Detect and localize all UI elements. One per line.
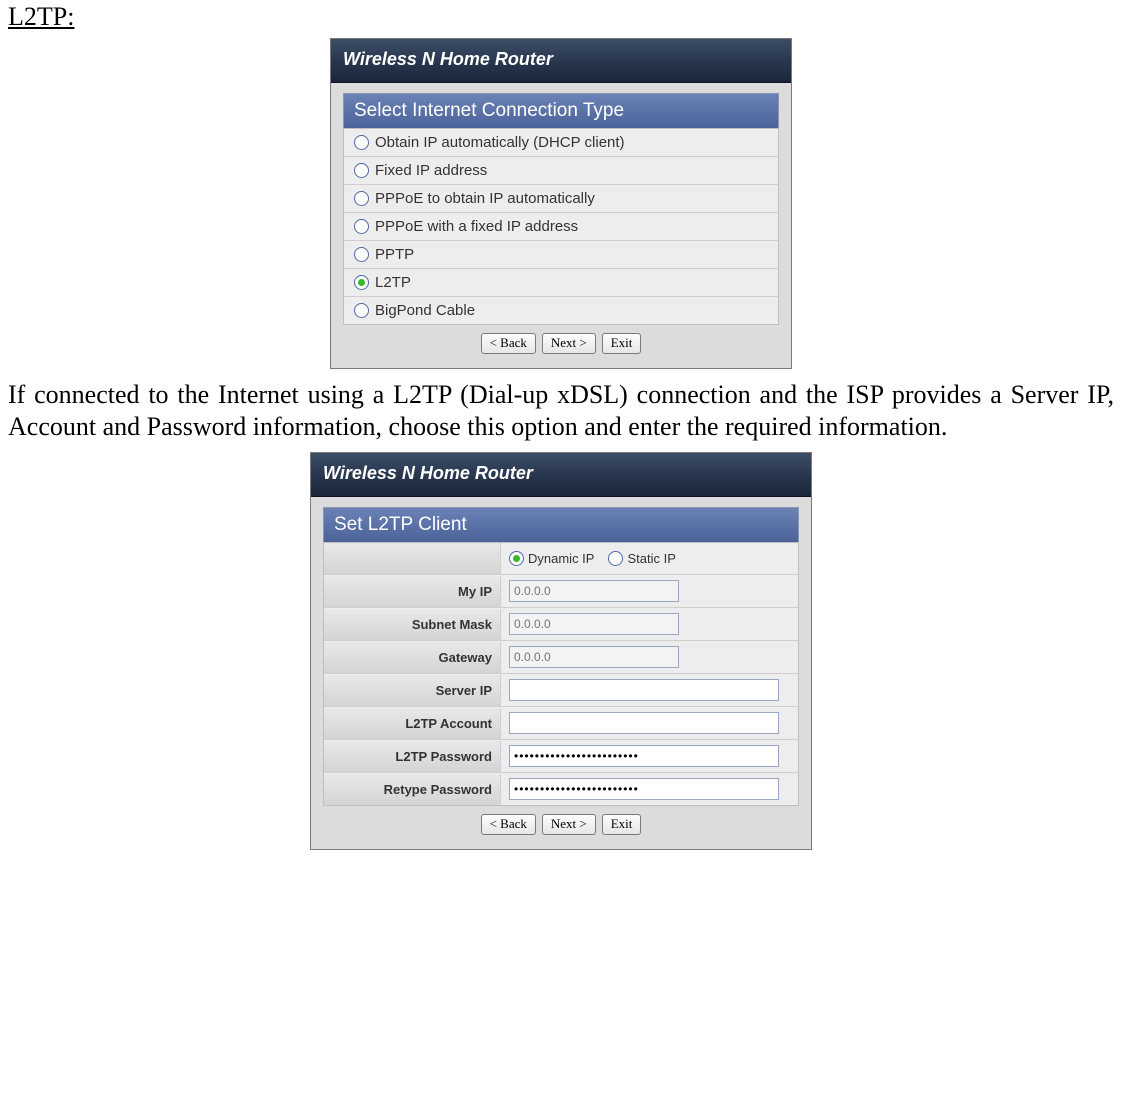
option-l2tp[interactable]: L2TP <box>344 269 778 297</box>
back-button[interactable]: < Back <box>481 814 536 835</box>
row-server-ip: Server IP <box>324 674 798 707</box>
option-pppoe-fixed[interactable]: PPPoE with a fixed IP address <box>344 213 778 241</box>
next-button[interactable]: Next > <box>542 814 596 835</box>
row-my-ip: My IP <box>324 575 798 608</box>
form-label: Server IP <box>324 675 501 706</box>
radio-icon <box>354 135 369 150</box>
row-password: L2TP Password <box>324 740 798 773</box>
form-label-blank <box>324 543 501 574</box>
option-bigpond[interactable]: BigPond Cable <box>344 297 778 324</box>
option-label: PPTP <box>375 246 414 263</box>
form-label: My IP <box>324 576 501 607</box>
figure-l2tp-client: Wireless N Home Router Set L2TP Client D… <box>8 452 1114 850</box>
form-label: Subnet Mask <box>324 609 501 640</box>
row-ip-mode: Dynamic IP Static IP <box>324 543 798 575</box>
my-ip-input[interactable] <box>509 580 679 602</box>
radio-icon <box>354 163 369 178</box>
back-button[interactable]: < Back <box>481 333 536 354</box>
panel-header: Select Internet Connection Type <box>343 93 779 128</box>
form-label: L2TP Password <box>324 741 501 772</box>
radio-label: Dynamic IP <box>528 551 594 566</box>
radio-icon <box>354 191 369 206</box>
panel-titlebar: Wireless N Home Router <box>311 453 811 497</box>
exit-button[interactable]: Exit <box>602 333 642 354</box>
radio-icon <box>354 219 369 234</box>
exit-button[interactable]: Exit <box>602 814 642 835</box>
option-label: BigPond Cable <box>375 302 475 319</box>
option-dhcp[interactable]: Obtain IP automatically (DHCP client) <box>344 129 778 157</box>
option-pptp[interactable]: PPTP <box>344 241 778 269</box>
l2tp-password-input[interactable] <box>509 745 779 767</box>
option-label: L2TP <box>375 274 411 291</box>
radio-icon <box>354 247 369 262</box>
panel-header: Set L2TP Client <box>323 507 799 542</box>
option-label: Fixed IP address <box>375 162 487 179</box>
option-pppoe-auto[interactable]: PPPoE to obtain IP automatically <box>344 185 778 213</box>
form-label: Retype Password <box>324 774 501 805</box>
figure-connection-type: Wireless N Home Router Select Internet C… <box>8 38 1114 369</box>
radio-label: Static IP <box>627 551 675 566</box>
router-panel-connection-type: Wireless N Home Router Select Internet C… <box>330 38 792 369</box>
button-row: < Back Next > Exit <box>343 325 779 354</box>
l2tp-account-input[interactable] <box>509 712 779 734</box>
row-retype-password: Retype Password <box>324 773 798 805</box>
radio-icon <box>509 551 524 566</box>
section-heading: L2TP: <box>8 2 1114 32</box>
option-label: PPPoE with a fixed IP address <box>375 218 578 235</box>
l2tp-form: Dynamic IP Static IP My IP <box>323 542 799 806</box>
form-label: L2TP Account <box>324 708 501 739</box>
button-row: < Back Next > Exit <box>323 806 799 835</box>
row-subnet: Subnet Mask <box>324 608 798 641</box>
retype-password-input[interactable] <box>509 778 779 800</box>
subnet-mask-input[interactable] <box>509 613 679 635</box>
static-ip-option[interactable]: Static IP <box>608 551 675 566</box>
next-button[interactable]: Next > <box>542 333 596 354</box>
dynamic-ip-option[interactable]: Dynamic IP <box>509 551 594 566</box>
row-gateway: Gateway <box>324 641 798 674</box>
router-panel-l2tp-client: Wireless N Home Router Set L2TP Client D… <box>310 452 812 850</box>
option-label: PPPoE to obtain IP automatically <box>375 190 595 207</box>
gateway-input[interactable] <box>509 646 679 668</box>
option-fixed-ip[interactable]: Fixed IP address <box>344 157 778 185</box>
server-ip-input[interactable] <box>509 679 779 701</box>
connection-type-options: Obtain IP automatically (DHCP client) Fi… <box>343 128 779 325</box>
radio-icon <box>354 303 369 318</box>
radio-icon <box>608 551 623 566</box>
form-label: Gateway <box>324 642 501 673</box>
row-account: L2TP Account <box>324 707 798 740</box>
panel-titlebar: Wireless N Home Router <box>331 39 791 83</box>
body-paragraph: If connected to the Internet using a L2T… <box>8 379 1114 442</box>
option-label: Obtain IP automatically (DHCP client) <box>375 134 625 151</box>
radio-icon <box>354 275 369 290</box>
